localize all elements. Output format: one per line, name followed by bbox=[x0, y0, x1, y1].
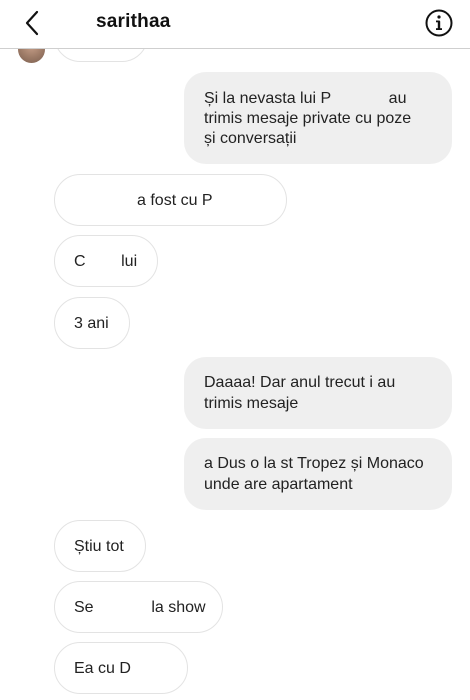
message-thread[interactable]: Și la nevasta lui P au trimis mesaje pri… bbox=[0, 0, 470, 700]
message-text-line: a Dus o la st Tropez și Monaco bbox=[204, 455, 424, 472]
message-bubble-outgoing[interactable]: Și la nevasta lui P au trimis mesaje pri… bbox=[184, 72, 452, 164]
message-text: Se la show bbox=[74, 599, 206, 616]
chat-header: sarithaa bbox=[0, 0, 470, 49]
message-text-line: trimis mesaje bbox=[204, 395, 299, 412]
chat-username[interactable]: sarithaa bbox=[96, 11, 170, 33]
message-bubble-outgoing[interactable]: a Dus o la st Tropez și Monaco unde are … bbox=[184, 438, 452, 510]
message-text-line: Daaaa! Dar anul trecut i au bbox=[204, 374, 396, 391]
message-bubble-outgoing[interactable]: Daaaa! Dar anul trecut i au trimis mesaj… bbox=[184, 357, 452, 429]
message-text: C lui bbox=[74, 253, 138, 270]
info-button[interactable] bbox=[424, 8, 454, 38]
message-text: Știu tot bbox=[74, 538, 124, 555]
message-text-line: Și la nevasta lui P au bbox=[204, 90, 407, 107]
message-bubble-incoming[interactable]: Ea cu D bbox=[54, 642, 188, 694]
message-bubble-incoming[interactable]: C lui bbox=[54, 235, 158, 287]
message-bubble-incoming[interactable]: Știu tot bbox=[54, 520, 146, 572]
message-text-line: unde are apartament bbox=[204, 476, 353, 493]
message-text: 3 ani bbox=[74, 315, 109, 332]
back-button[interactable] bbox=[18, 8, 48, 40]
message-bubble-incoming[interactable]: a fost cu P bbox=[54, 174, 287, 226]
message-text-line: trimis mesaje private cu poze bbox=[204, 110, 412, 127]
message-text: Ea cu D bbox=[74, 660, 131, 677]
message-text-line: și conversații bbox=[204, 130, 297, 147]
chevron-left-icon bbox=[25, 10, 39, 36]
info-icon bbox=[425, 9, 453, 37]
message-text: a fost cu P bbox=[137, 192, 213, 209]
message-bubble-incoming[interactable]: 3 ani bbox=[54, 297, 130, 349]
dm-screen: Și la nevasta lui P au trimis mesaje pri… bbox=[0, 0, 470, 700]
message-bubble-incoming[interactable]: Se la show bbox=[54, 581, 223, 633]
